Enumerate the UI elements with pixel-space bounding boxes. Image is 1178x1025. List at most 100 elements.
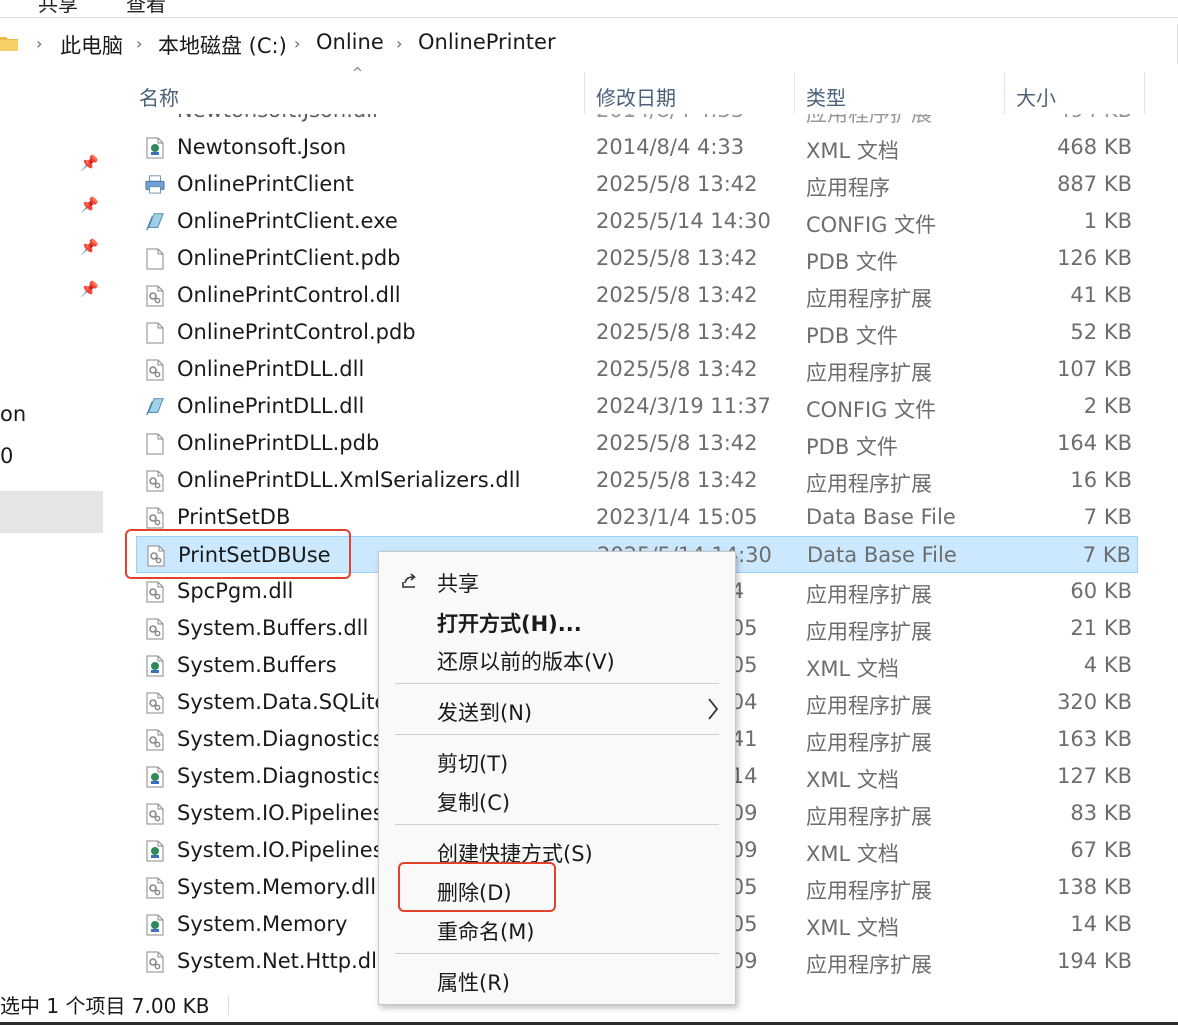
menu-item-label: 属性(R) xyxy=(437,971,510,995)
file-size: 107 KB xyxy=(1057,357,1132,381)
ribbon-tab-view[interactable]: 查看 xyxy=(126,0,166,17)
address-bar[interactable]: › 此电脑 › 本地磁盘 (C:) › Online › OnlinePrint… xyxy=(0,24,1178,64)
ribbon-tabs-partial: 共享 查看 xyxy=(0,0,1178,18)
status-text: 选中 1 个项目 7.00 KB xyxy=(0,994,210,1018)
file-size: 7 KB xyxy=(1083,505,1132,529)
chevron-right-icon xyxy=(708,698,719,720)
table-row[interactable]: OnlinePrintControl.dll 2025/5/8 13:42 应用程序… xyxy=(136,277,1138,314)
column-separator[interactable] xyxy=(1004,72,1005,114)
xml-file-icon xyxy=(145,914,165,936)
menu-item-cut[interactable]: 剪切(T) xyxy=(379,741,735,779)
menu-item-send-to[interactable]: 发送到(N) xyxy=(379,690,735,728)
file-type: Data Base File xyxy=(806,505,956,529)
menu-item-share[interactable]: 共享 xyxy=(379,561,735,599)
sort-up-icon: ^ xyxy=(352,66,363,81)
column-separator[interactable] xyxy=(1144,72,1145,114)
file-date: 2025/5/8 13:42 xyxy=(596,468,758,492)
divider xyxy=(228,995,229,1015)
file-size: 41 KB xyxy=(1070,283,1132,307)
file-date: 2014/8/4 4:33 xyxy=(596,114,744,122)
file-type: 应用程序 xyxy=(806,176,890,200)
table-row[interactable]: OnlinePrintDLL.XmlSerializers.dll 2025/5/… xyxy=(136,462,1138,499)
file-type: 应用程序扩展 xyxy=(806,287,932,311)
table-row[interactable]: Newtonsoft.Json 2014/8/4 4:33 XML 文档 468 KB xyxy=(136,129,1138,166)
dll-file-icon xyxy=(145,729,165,751)
column-name[interactable]: 名称 xyxy=(139,82,179,111)
table-row[interactable]: OnlinePrintDLL.dll 2024/3/19 11:37 CONFIG … xyxy=(136,388,1138,425)
file-type: CONFIG 文件 xyxy=(806,398,937,422)
breadcrumb-local-disk[interactable]: 本地磁盘 (C:) xyxy=(158,30,287,60)
dll-file-icon xyxy=(145,692,165,714)
dll-file-icon xyxy=(145,285,165,307)
file-name: OnlinePrintDLL.pdb xyxy=(177,431,380,455)
menu-separator xyxy=(395,734,719,735)
chevron-right-icon[interactable]: › xyxy=(36,34,42,53)
xml-file-icon xyxy=(145,840,165,862)
column-separator[interactable] xyxy=(584,72,585,114)
file-type: 应用程序扩展 xyxy=(806,879,932,903)
file-size: 887 KB xyxy=(1057,172,1132,196)
file-type: CONFIG 文件 xyxy=(806,213,937,237)
menu-item-restore-previous-versions[interactable]: 还原以前的版本(V) xyxy=(379,639,735,677)
breadcrumb-online[interactable]: Online xyxy=(316,30,384,54)
table-row[interactable]: OnlinePrintClient.pdb 2025/5/8 13:42 PDB 文… xyxy=(136,240,1138,277)
file-size: 126 KB xyxy=(1057,246,1132,270)
file-name: PrintSetDB xyxy=(177,505,291,529)
chevron-right-icon[interactable]: › xyxy=(396,34,402,53)
menu-separator xyxy=(395,824,719,825)
context-menu[interactable]: 共享 打开方式(H)... 还原以前的版本(V) 发送到(N) 剪切(T) 复制… xyxy=(378,551,736,1005)
navigation-pane[interactable]: 📌 📌 📌 📌 on 0 xyxy=(0,64,106,989)
nav-item-partial[interactable]: 0 xyxy=(0,444,13,468)
file-type: XML 文档 xyxy=(806,657,899,681)
ribbon-tab-share[interactable]: 共享 xyxy=(38,0,78,17)
breadcrumb-onlineprinter[interactable]: OnlinePrinter xyxy=(418,30,556,54)
column-size[interactable]: 大小 xyxy=(1016,82,1056,111)
blank-file-icon xyxy=(145,248,165,270)
column-type[interactable]: 类型 xyxy=(806,82,846,111)
breadcrumb-this-pc[interactable]: 此电脑 xyxy=(60,30,123,60)
menu-item-label: 共享 xyxy=(437,572,479,596)
file-name: OnlinePrintClient xyxy=(177,172,354,196)
chevron-right-icon[interactable]: › xyxy=(294,34,300,53)
table-row[interactable]: OnlinePrintClient.exe 2025/5/14 14:30 CONF… xyxy=(136,203,1138,240)
menu-item-properties[interactable]: 属性(R) xyxy=(379,960,735,998)
file-date: 2024/3/19 11:37 xyxy=(596,394,771,418)
file-type: Data Base File xyxy=(807,543,957,567)
file-name: System.Memory.dll xyxy=(177,875,377,899)
xml-file-icon xyxy=(145,655,165,677)
column-separator[interactable] xyxy=(794,72,795,114)
column-modified[interactable]: 修改日期 xyxy=(596,82,676,111)
nav-item-partial[interactable]: on xyxy=(0,402,26,426)
menu-item-label: 重命名(M) xyxy=(437,920,535,944)
menu-item-rename[interactable]: 重命名(M) xyxy=(379,909,735,947)
menu-item-copy[interactable]: 复制(C) xyxy=(379,780,735,818)
file-size: 14 KB xyxy=(1070,912,1132,936)
nav-item-selected[interactable] xyxy=(0,491,103,533)
pin-icon: 📌 xyxy=(80,280,99,298)
file-size: 16 KB xyxy=(1070,468,1132,492)
file-name: Newtonsoft.Json.dll xyxy=(177,114,378,122)
table-row[interactable]: OnlinePrintDLL.dll 2025/5/8 13:42 应用程序扩展 10… xyxy=(136,351,1138,388)
file-type: 应用程序扩展 xyxy=(806,694,932,718)
file-date: 2014/8/4 4:33 xyxy=(596,135,745,159)
table-row[interactable]: OnlinePrintControl.pdb 2025/5/8 13:42 PDB … xyxy=(136,314,1138,351)
file-type: PDB 文件 xyxy=(806,435,898,459)
menu-item-label: 发送到(N) xyxy=(437,701,533,725)
file-name: System.Diagnostics. xyxy=(177,764,391,788)
menu-item-label: 打开方式(H)... xyxy=(437,612,582,636)
table-row[interactable]: OnlinePrintClient 2025/5/8 13:42 应用程序 887 K… xyxy=(136,166,1138,203)
file-size: 163 KB xyxy=(1057,727,1132,751)
file-type: 应用程序扩展 xyxy=(806,731,932,755)
file-name: System.Data.SQLite. xyxy=(177,690,395,714)
menu-separator xyxy=(395,953,719,954)
chevron-right-icon[interactable]: › xyxy=(136,34,142,53)
file-name: Newtonsoft.Json xyxy=(177,135,347,159)
folder-icon xyxy=(0,37,18,51)
menu-item-open-with[interactable]: 打开方式(H)... xyxy=(379,601,735,639)
table-row[interactable]: Newtonsoft.Json.dll 2014/8/4 4:33 应用程序扩展… xyxy=(136,114,1138,129)
file-name: System.Memory xyxy=(177,912,348,936)
file-date: 2025/5/8 13:42 xyxy=(596,357,758,381)
table-row[interactable]: OnlinePrintDLL.pdb 2025/5/8 13:42 PDB 文件 16… xyxy=(136,425,1138,462)
file-size: 52 KB xyxy=(1070,320,1132,344)
file-type: PDB 文件 xyxy=(806,250,898,274)
